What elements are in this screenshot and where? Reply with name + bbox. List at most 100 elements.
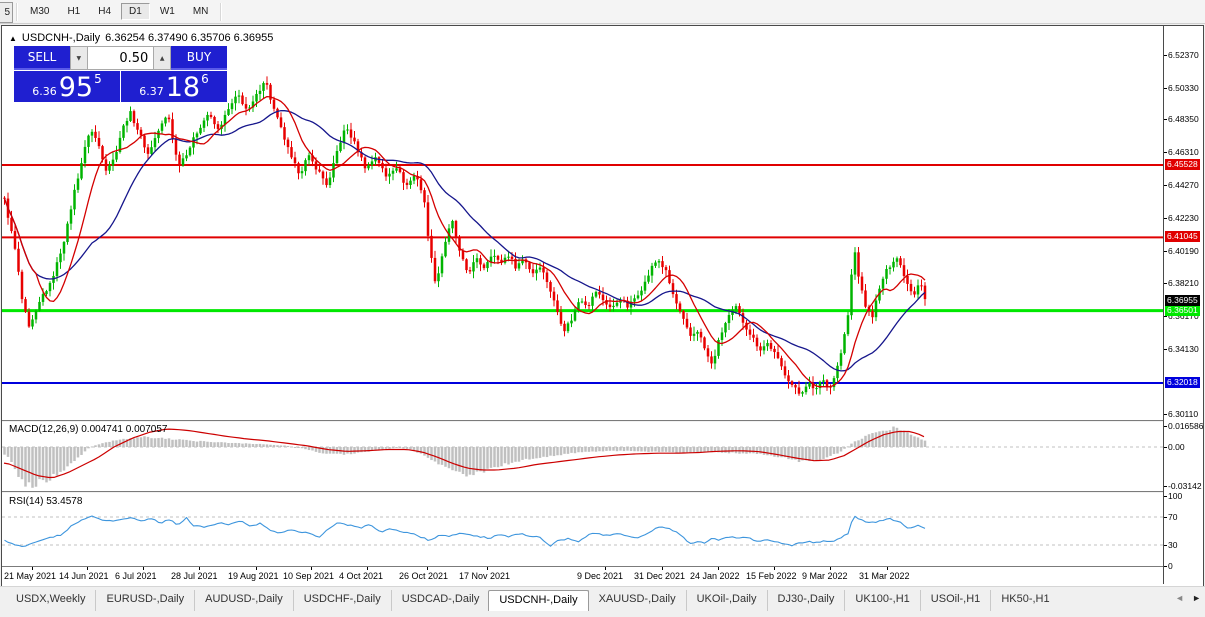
price-tick-label: 6.48350 [1168, 114, 1199, 124]
tab-scroll-right-icon[interactable]: ► [1192, 593, 1201, 603]
level-price-label: 6.45528 [1165, 159, 1200, 170]
chart-tab-xauusd-daily[interactable]: XAUUSD-,Daily [588, 590, 686, 611]
chart-title: ▲ USDCNH-,Daily 6.36254 6.37490 6.35706 … [9, 32, 273, 44]
time-tick-label: 24 Jan 2022 [690, 571, 740, 581]
time-tick-mark [367, 567, 368, 570]
macd-pane[interactable]: MACD(12,26,9) 0.004741 0.007057 [2, 421, 1163, 491]
volume-decrease-button[interactable]: ▼ [70, 46, 88, 70]
time-tick-mark [774, 567, 775, 570]
one-click-trading-widget: SELL ▼ 0.50 ▲ BUY 6.36 95 5 6.37 18 6 [14, 46, 227, 102]
chart-tab-uk100-h1[interactable]: UK100-,H1 [844, 590, 919, 611]
timeframe-button-d1[interactable]: D1 [121, 3, 150, 20]
timeframe-button-mn[interactable]: MN [185, 3, 217, 20]
price-tick-label: 6.38210 [1168, 278, 1199, 288]
chart-tabs: USDX,WeeklyEURUSD-,DailyAUDUSD-,DailyUSD… [6, 590, 1060, 611]
sell-price-display[interactable]: 6.36 95 5 [14, 71, 120, 102]
time-tick-label: 10 Sep 2021 [283, 571, 334, 581]
tab-scroll-arrows: ◄ ► [1175, 593, 1201, 603]
chart-tab-hk50-h1[interactable]: HK50-,H1 [990, 590, 1059, 611]
axis-tick-mark [1164, 545, 1167, 546]
time-tick-mark [487, 567, 488, 570]
axis-tick-mark [1164, 349, 1167, 350]
time-tick-label: 31 Mar 2022 [859, 571, 910, 581]
buy-price-display[interactable]: 6.37 18 6 [121, 71, 227, 102]
volume-input[interactable]: 0.50 [88, 46, 154, 70]
chart-window: ▲ USDCNH-,Daily 6.36254 6.37490 6.35706 … [1, 25, 1204, 587]
timeframe-toolbar: 5 M30H1H4D1W1MN [0, 0, 1205, 24]
sell-price-pip: 5 [94, 72, 102, 86]
time-axis[interactable]: 21 May 202114 Jun 20216 Jul 202128 Jul 2… [2, 567, 1163, 584]
axis-tick-mark [1164, 218, 1167, 219]
axis-tick-mark [1164, 414, 1167, 415]
chart-tab-usdx-weekly[interactable]: USDX,Weekly [6, 590, 95, 611]
rsi-tick-label: 70 [1168, 512, 1177, 522]
axis-tick-mark [1164, 566, 1167, 567]
macd-tick-label: 0.016586 [1168, 421, 1203, 431]
time-tick-label: 4 Oct 2021 [339, 571, 383, 581]
time-tick-label: 17 Nov 2021 [459, 571, 510, 581]
time-tick-mark [605, 567, 606, 570]
time-tick-mark [311, 567, 312, 570]
timeframe-button-h1[interactable]: H1 [59, 3, 88, 20]
axis-tick-mark [1164, 251, 1167, 252]
price-axis[interactable]: 6.523706.503306.483506.463106.442706.422… [1164, 26, 1203, 584]
chart-tab-dj30-daily[interactable]: DJ30-,Daily [767, 590, 845, 611]
time-tick-mark [32, 567, 33, 570]
buy-button[interactable]: BUY [171, 46, 227, 70]
timeframe-button-w1[interactable]: W1 [152, 3, 183, 20]
rsi-pane[interactable]: RSI(14) 53.4578 [2, 493, 1163, 566]
chart-tab-bar: USDX,WeeklyEURUSD-,DailyAUDUSD-,DailyUSD… [0, 586, 1205, 617]
timeframe-buttons: M30H1H4D1W1MN [21, 3, 217, 20]
time-tick-mark [887, 567, 888, 570]
chart-tab-usdcnh-daily[interactable]: USDCNH-,Daily [488, 590, 588, 611]
axis-tick-mark [1164, 119, 1167, 120]
price-tick-label: 6.44270 [1168, 180, 1199, 190]
volume-increase-button[interactable]: ▲ [153, 46, 171, 70]
ohlc-values: 6.36254 6.37490 6.35706 6.36955 [105, 32, 273, 44]
timeframe-button-h4[interactable]: H4 [90, 3, 119, 20]
rsi-tick-label: 30 [1168, 540, 1177, 550]
macd-tick-label: -0.03142 [1168, 481, 1202, 491]
time-tick-label: 19 Aug 2021 [228, 571, 279, 581]
timeframe-button-m5-partial[interactable]: 5 [0, 2, 13, 23]
sell-price-prefix: 6.36 [32, 85, 57, 98]
price-tick-label: 6.46310 [1168, 147, 1199, 157]
price-tick-label: 6.50330 [1168, 83, 1199, 93]
collapse-chart-icon[interactable]: ▲ [9, 34, 17, 43]
toolbar-separator [16, 3, 18, 21]
time-tick-mark [256, 567, 257, 570]
price-tick-label: 6.40190 [1168, 246, 1199, 256]
time-tick-mark [662, 567, 663, 570]
macd-tick-label: 0.00 [1168, 442, 1185, 452]
price-tick-label: 6.30110 [1168, 409, 1198, 419]
time-tick-mark [87, 567, 88, 570]
chart-tab-usdcad-daily[interactable]: USDCAD-,Daily [391, 590, 490, 611]
chart-tab-eurusd-daily[interactable]: EURUSD-,Daily [95, 590, 194, 611]
rsi-tick-label: 0 [1168, 561, 1173, 571]
time-tick-mark [427, 567, 428, 570]
axis-tick-mark [1164, 283, 1167, 284]
axis-tick-mark [1164, 316, 1167, 317]
chart-tab-usoil-h1[interactable]: USOil-,H1 [920, 590, 991, 611]
chart-tab-usdchf-daily[interactable]: USDCHF-,Daily [293, 590, 391, 611]
time-tick-mark [830, 567, 831, 570]
sell-button[interactable]: SELL [14, 46, 70, 70]
axis-tick-mark [1164, 486, 1167, 487]
time-tick-label: 6 Jul 2021 [115, 571, 157, 581]
timeframe-button-m30[interactable]: M30 [22, 3, 57, 20]
axis-tick-mark [1164, 185, 1167, 186]
chart-tab-audusd-daily[interactable]: AUDUSD-,Daily [194, 590, 293, 611]
chart-tab-ukoil-daily[interactable]: UKOil-,Daily [686, 590, 767, 611]
time-tick-label: 9 Mar 2022 [802, 571, 848, 581]
price-tick-label: 6.34130 [1168, 344, 1199, 354]
tab-scroll-left-icon[interactable]: ◄ [1175, 593, 1184, 603]
price-tick-label: 6.52370 [1168, 50, 1199, 60]
axis-tick-mark [1164, 152, 1167, 153]
rsi-pane-canvas [2, 493, 1163, 566]
axis-tick-mark [1164, 55, 1167, 56]
axis-tick-mark [1164, 88, 1167, 89]
time-tick-label: 31 Dec 2021 [634, 571, 685, 581]
axis-tick-mark [1164, 447, 1167, 448]
macd-pane-canvas [2, 421, 1163, 491]
macd-indicator-label: MACD(12,26,9) 0.004741 0.007057 [9, 424, 167, 435]
